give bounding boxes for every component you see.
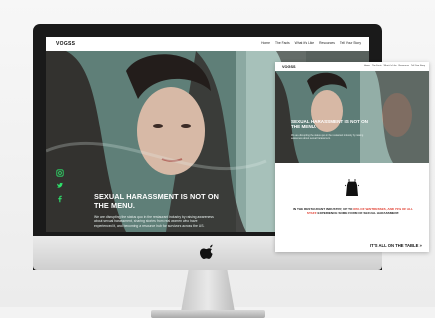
scene: VOGSS Home The Facts What it's Like Reso… (0, 0, 435, 318)
preview-nav-link-resources[interactable]: Resources (399, 65, 409, 67)
nav-link-tell-story[interactable]: Tell Your Story (340, 41, 361, 45)
hero-headline: SEXUAL HARASSMENT IS NOT ON THE MENU. (94, 192, 220, 210)
instagram-icon[interactable] (56, 169, 64, 177)
nav-link-resources[interactable]: Resources (319, 41, 335, 45)
preview-nav-link-facts[interactable]: The Facts (372, 65, 382, 67)
preview-nav-link-what-its-like[interactable]: What it's Like (384, 65, 397, 67)
preview-nav-link-home[interactable]: Home (364, 65, 370, 67)
preview-logo[interactable]: VOGSS (282, 65, 296, 69)
industry-stat: IN THE RESTAURANT INDUSTRY, UP TO 80% OF… (293, 207, 413, 215)
nav-link-home[interactable]: Home (261, 41, 270, 45)
preview-headline: SEXUAL HARASSMENT IS NOT ON THE MENU. (291, 119, 368, 130)
apple-logo-icon (200, 244, 213, 259)
facebook-icon[interactable] (56, 195, 64, 203)
twitter-icon[interactable] (56, 182, 64, 190)
stat-line-2: EXPERIENCE SOME FORM OF SEXUAL HARASSMEN… (317, 211, 400, 215)
mobile-page-preview: VOGSS Home The Facts What it's Like Reso… (275, 62, 429, 252)
preview-stats-section: IN THE RESTAURANT INDUSTRY, UP TO 80% OF… (275, 163, 429, 252)
imac-stand-foot (151, 310, 265, 318)
tagline-link[interactable]: IT'S ALL ON THE TABLE » (370, 243, 422, 248)
nav-links: Home The Facts What it's Like Resources … (261, 41, 361, 45)
site-logo[interactable]: VOGSS (56, 41, 75, 47)
preview-nav-links: Home The Facts What it's Like Resources … (364, 65, 425, 67)
preview-nav: VOGSS Home The Facts What it's Like Reso… (275, 62, 429, 71)
site-nav: VOGSS Home The Facts What it's Like Reso… (46, 37, 369, 51)
nav-link-facts[interactable]: The Facts (275, 41, 290, 45)
hero-body: We are disrupting the status quo in the … (94, 215, 214, 228)
preview-hero (275, 71, 429, 163)
preview-hero-photo (275, 71, 429, 163)
preview-nav-link-tell-story[interactable]: Tell Your Story (411, 65, 425, 67)
nav-link-what-its-like[interactable]: What it's Like (295, 41, 315, 45)
preview-body: We are disrupting the status quo in the … (291, 134, 364, 140)
imac-stand-neck (181, 270, 235, 312)
apron-icon (345, 179, 359, 196)
